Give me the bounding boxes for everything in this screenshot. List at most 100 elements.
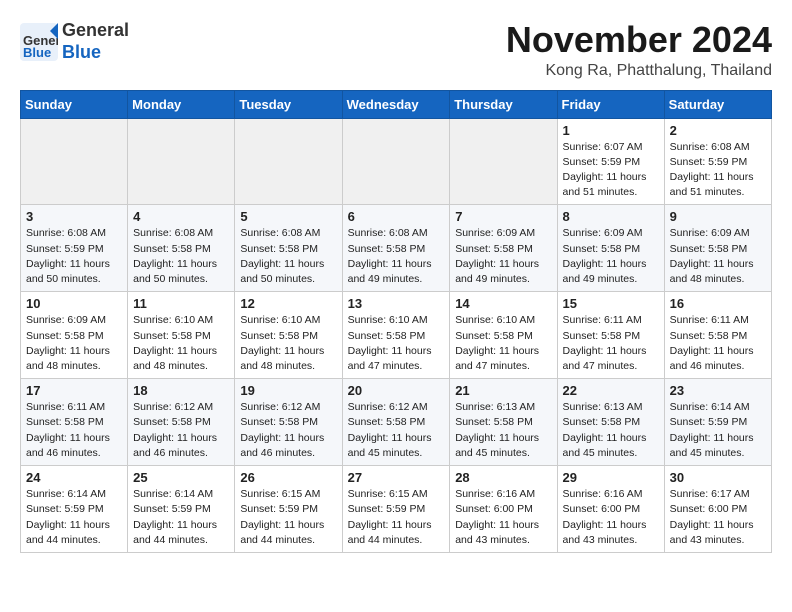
calendar-cell: 3 Sunrise: 6:08 AM Sunset: 5:59 PM Daylig… <box>21 205 128 292</box>
weekday-thursday: Thursday <box>450 90 557 118</box>
day-number: 28 <box>455 470 551 485</box>
weekday-header-row: SundayMondayTuesdayWednesdayThursdayFrid… <box>21 90 772 118</box>
day-number: 10 <box>26 296 122 311</box>
cell-content: Sunrise: 6:09 AM Sunset: 5:58 PM Dayligh… <box>455 226 551 287</box>
calendar: SundayMondayTuesdayWednesdayThursdayFrid… <box>20 90 772 553</box>
day-number: 19 <box>240 383 336 398</box>
cell-content: Sunrise: 6:11 AM Sunset: 5:58 PM Dayligh… <box>563 313 659 374</box>
cell-content: Sunrise: 6:10 AM Sunset: 5:58 PM Dayligh… <box>133 313 229 374</box>
calendar-cell: 26 Sunrise: 6:15 AM Sunset: 5:59 PM Dayli… <box>235 466 342 553</box>
calendar-cell: 29 Sunrise: 6:16 AM Sunset: 6:00 PM Dayli… <box>557 466 664 553</box>
cell-content: Sunrise: 6:13 AM Sunset: 5:58 PM Dayligh… <box>455 400 551 461</box>
cell-content: Sunrise: 6:08 AM Sunset: 5:58 PM Dayligh… <box>240 226 336 287</box>
day-number: 13 <box>348 296 445 311</box>
calendar-cell: 13 Sunrise: 6:10 AM Sunset: 5:58 PM Dayli… <box>342 292 450 379</box>
day-number: 23 <box>670 383 766 398</box>
calendar-cell: 27 Sunrise: 6:15 AM Sunset: 5:59 PM Dayli… <box>342 466 450 553</box>
day-number: 1 <box>563 123 659 138</box>
day-number: 3 <box>26 209 122 224</box>
page: General Blue General Blue November 2024 … <box>0 0 792 563</box>
calendar-cell: 6 Sunrise: 6:08 AM Sunset: 5:58 PM Daylig… <box>342 205 450 292</box>
weekday-friday: Friday <box>557 90 664 118</box>
day-number: 7 <box>455 209 551 224</box>
day-number: 6 <box>348 209 445 224</box>
week-row-5: 24Sunrise: 6:14 AM Sunset: 5:59 PM Dayli… <box>21 466 772 553</box>
svg-text:Blue: Blue <box>23 45 51 60</box>
calendar-cell: 16 Sunrise: 6:11 AM Sunset: 5:58 PM Dayli… <box>664 292 771 379</box>
cell-content: Sunrise: 6:14 AM Sunset: 5:59 PM Dayligh… <box>670 400 766 461</box>
day-number: 15 <box>563 296 659 311</box>
calendar-cell <box>21 118 128 205</box>
calendar-cell <box>128 118 235 205</box>
cell-content: Sunrise: 6:10 AM Sunset: 5:58 PM Dayligh… <box>455 313 551 374</box>
day-number: 24 <box>26 470 122 485</box>
cell-content: Sunrise: 6:07 AM Sunset: 5:59 PM Dayligh… <box>563 140 659 201</box>
cell-content: Sunrise: 6:12 AM Sunset: 5:58 PM Dayligh… <box>240 400 336 461</box>
day-number: 22 <box>563 383 659 398</box>
cell-content: Sunrise: 6:10 AM Sunset: 5:58 PM Dayligh… <box>348 313 445 374</box>
cell-content: Sunrise: 6:16 AM Sunset: 6:00 PM Dayligh… <box>563 487 659 548</box>
calendar-cell: 23 Sunrise: 6:14 AM Sunset: 5:59 PM Dayli… <box>664 379 771 466</box>
calendar-cell: 12 Sunrise: 6:10 AM Sunset: 5:58 PM Dayli… <box>235 292 342 379</box>
cell-content: Sunrise: 6:15 AM Sunset: 5:59 PM Dayligh… <box>348 487 445 548</box>
weekday-wednesday: Wednesday <box>342 90 450 118</box>
calendar-cell: 21 Sunrise: 6:13 AM Sunset: 5:58 PM Dayli… <box>450 379 557 466</box>
calendar-cell <box>450 118 557 205</box>
cell-content: Sunrise: 6:17 AM Sunset: 6:00 PM Dayligh… <box>670 487 766 548</box>
calendar-cell: 18 Sunrise: 6:12 AM Sunset: 5:58 PM Dayli… <box>128 379 235 466</box>
day-number: 12 <box>240 296 336 311</box>
calendar-cell: 9Sunrise: 6:09 AM Sunset: 5:58 PM Daylig… <box>664 205 771 292</box>
day-number: 30 <box>670 470 766 485</box>
day-number: 21 <box>455 383 551 398</box>
calendar-cell: 8Sunrise: 6:09 AM Sunset: 5:58 PM Daylig… <box>557 205 664 292</box>
header: General Blue General Blue November 2024 … <box>20 20 772 80</box>
day-number: 20 <box>348 383 445 398</box>
day-number: 14 <box>455 296 551 311</box>
logo: General Blue General Blue <box>20 20 129 63</box>
calendar-cell <box>235 118 342 205</box>
cell-content: Sunrise: 6:08 AM Sunset: 5:59 PM Dayligh… <box>26 226 122 287</box>
calendar-cell: 24Sunrise: 6:14 AM Sunset: 5:59 PM Dayli… <box>21 466 128 553</box>
day-number: 9 <box>670 209 766 224</box>
calendar-cell: 17Sunrise: 6:11 AM Sunset: 5:58 PM Dayli… <box>21 379 128 466</box>
cell-content: Sunrise: 6:16 AM Sunset: 6:00 PM Dayligh… <box>455 487 551 548</box>
week-row-1: 1 Sunrise: 6:07 AM Sunset: 5:59 PM Daylig… <box>21 118 772 205</box>
calendar-cell: 19 Sunrise: 6:12 AM Sunset: 5:58 PM Dayli… <box>235 379 342 466</box>
calendar-cell: 2 Sunrise: 6:08 AM Sunset: 5:59 PM Daylig… <box>664 118 771 205</box>
cell-content: Sunrise: 6:08 AM Sunset: 5:59 PM Dayligh… <box>670 140 766 201</box>
logo-icon: General Blue <box>20 23 58 61</box>
cell-content: Sunrise: 6:08 AM Sunset: 5:58 PM Dayligh… <box>348 226 445 287</box>
location: Kong Ra, Phatthalung, Thailand <box>506 62 772 80</box>
day-number: 25 <box>133 470 229 485</box>
day-number: 27 <box>348 470 445 485</box>
cell-content: Sunrise: 6:15 AM Sunset: 5:59 PM Dayligh… <box>240 487 336 548</box>
cell-content: Sunrise: 6:09 AM Sunset: 5:58 PM Dayligh… <box>563 226 659 287</box>
day-number: 26 <box>240 470 336 485</box>
day-number: 18 <box>133 383 229 398</box>
cell-content: Sunrise: 6:12 AM Sunset: 5:58 PM Dayligh… <box>133 400 229 461</box>
day-number: 2 <box>670 123 766 138</box>
calendar-cell: 1 Sunrise: 6:07 AM Sunset: 5:59 PM Daylig… <box>557 118 664 205</box>
cell-content: Sunrise: 6:09 AM Sunset: 5:58 PM Dayligh… <box>26 313 122 374</box>
week-row-3: 10 Sunrise: 6:09 AM Sunset: 5:58 PM Dayli… <box>21 292 772 379</box>
cell-content: Sunrise: 6:10 AM Sunset: 5:58 PM Dayligh… <box>240 313 336 374</box>
calendar-cell: 28 Sunrise: 6:16 AM Sunset: 6:00 PM Dayli… <box>450 466 557 553</box>
weekday-tuesday: Tuesday <box>235 90 342 118</box>
day-number: 29 <box>563 470 659 485</box>
logo-general: General <box>62 20 129 40</box>
calendar-cell: 14 Sunrise: 6:10 AM Sunset: 5:58 PM Dayli… <box>450 292 557 379</box>
cell-content: Sunrise: 6:11 AM Sunset: 5:58 PM Dayligh… <box>670 313 766 374</box>
cell-content: Sunrise: 6:13 AM Sunset: 5:58 PM Dayligh… <box>563 400 659 461</box>
calendar-cell: 25Sunrise: 6:14 AM Sunset: 5:59 PM Dayli… <box>128 466 235 553</box>
calendar-cell: 22 Sunrise: 6:13 AM Sunset: 5:58 PM Dayli… <box>557 379 664 466</box>
weekday-sunday: Sunday <box>21 90 128 118</box>
week-row-4: 17Sunrise: 6:11 AM Sunset: 5:58 PM Dayli… <box>21 379 772 466</box>
weekday-monday: Monday <box>128 90 235 118</box>
week-row-2: 3 Sunrise: 6:08 AM Sunset: 5:59 PM Daylig… <box>21 205 772 292</box>
day-number: 16 <box>670 296 766 311</box>
day-number: 4 <box>133 209 229 224</box>
calendar-cell: 15 Sunrise: 6:11 AM Sunset: 5:58 PM Dayli… <box>557 292 664 379</box>
calendar-cell <box>342 118 450 205</box>
calendar-cell: 7 Sunrise: 6:09 AM Sunset: 5:58 PM Daylig… <box>450 205 557 292</box>
cell-content: Sunrise: 6:08 AM Sunset: 5:58 PM Dayligh… <box>133 226 229 287</box>
